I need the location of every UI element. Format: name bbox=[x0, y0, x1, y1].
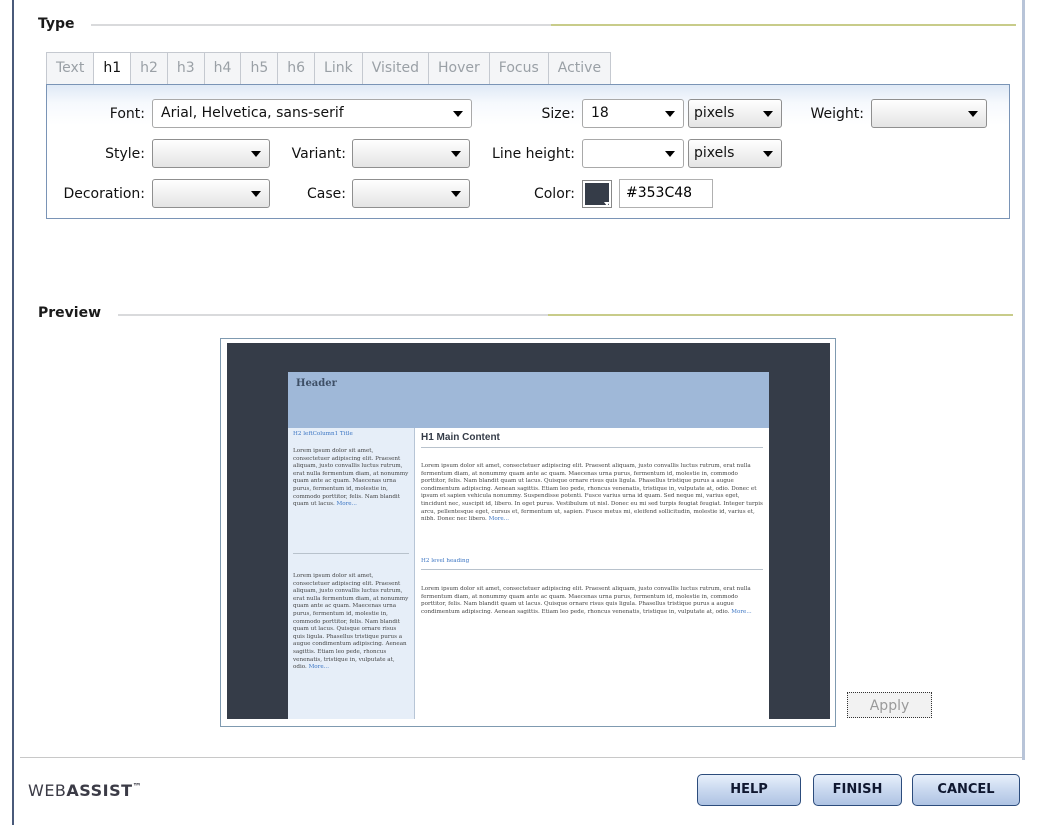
chevron-down-icon bbox=[251, 151, 261, 157]
help-button[interactable]: HELP bbox=[697, 774, 801, 806]
size-select-value: 18 bbox=[591, 105, 609, 121]
line-height-label: Line height: bbox=[492, 146, 575, 162]
decoration-select[interactable] bbox=[152, 179, 270, 208]
font-label: Font: bbox=[109, 106, 145, 122]
preview-left-column: H2 leftColumn1 Title Lorem ipsum dolor s… bbox=[288, 428, 415, 719]
preview-left-text-2-body: Lorem ipsum dolor sit amet, consectetuer… bbox=[293, 573, 409, 671]
tab-hover[interactable]: Hover bbox=[428, 52, 489, 84]
tab-h6[interactable]: h6 bbox=[277, 52, 315, 84]
logo-text-web: WEB bbox=[28, 781, 67, 800]
line-height-select[interactable] bbox=[582, 139, 684, 168]
chevron-down-icon bbox=[251, 191, 261, 197]
tab-h2[interactable]: h2 bbox=[130, 52, 167, 84]
chevron-down-icon bbox=[453, 111, 463, 117]
color-label: Color: bbox=[533, 186, 575, 202]
variant-select[interactable] bbox=[352, 139, 470, 168]
chevron-down-icon bbox=[763, 111, 773, 117]
preview-page: Header H2 leftColumn1 Title Lorem ipsum … bbox=[288, 372, 769, 719]
preview-left-title: H2 leftColumn1 Title bbox=[293, 431, 353, 437]
wizard-window: Type Text h1 h2 h3 h4 h5 h6 Link Visited Hover Foc… bbox=[0, 0, 1038, 825]
preview-main-text-2-body: Lorem ipsum dolor sit amet, consectetuer… bbox=[421, 586, 751, 615]
case-label: Case: bbox=[307, 186, 346, 202]
webassist-logo: WEBASSIST™ bbox=[28, 781, 142, 800]
chevron-down-icon bbox=[968, 111, 978, 117]
font-select[interactable]: Arial, Helvetica, sans-serif bbox=[152, 99, 472, 128]
logo-trademark: ™ bbox=[132, 782, 143, 793]
preview-main-h2: H2 level heading bbox=[421, 558, 470, 564]
line-height-unit-value: pixels bbox=[694, 145, 735, 161]
tab-h1[interactable]: h1 bbox=[93, 52, 131, 86]
style-select[interactable] bbox=[152, 139, 270, 168]
tab-text[interactable]: Text bbox=[46, 52, 94, 84]
preview-main-rule-2 bbox=[421, 569, 763, 570]
preview-main-rule-1 bbox=[421, 447, 763, 448]
color-picker-button[interactable] bbox=[582, 180, 612, 208]
finish-button[interactable]: FINISH bbox=[813, 774, 902, 806]
preview-left-text-1-body: Lorem ipsum dolor sit amet, consectetuer… bbox=[293, 448, 409, 508]
tab-h4[interactable]: h4 bbox=[203, 52, 241, 84]
type-section-title: Type bbox=[38, 16, 75, 32]
chevron-down-icon bbox=[665, 111, 675, 117]
preview-left-text-2: Lorem ipsum dolor sit amet, consectetuer… bbox=[293, 573, 409, 672]
left-border bbox=[12, 0, 14, 825]
size-unit-select[interactable]: pixels bbox=[688, 99, 782, 128]
tab-visited[interactable]: Visited bbox=[361, 52, 429, 84]
preview-left-text-1: Lorem ipsum dolor sit amet, consectetuer… bbox=[293, 448, 409, 509]
decoration-label: Decoration: bbox=[63, 186, 145, 202]
logo-text-assist: ASSIST bbox=[66, 781, 133, 800]
chevron-down-icon bbox=[763, 151, 773, 157]
preview-main-text-1-body: Lorem ipsum dolor sit amet, consectetuer… bbox=[421, 463, 763, 523]
chevron-down-icon bbox=[451, 151, 461, 157]
type-section-accent bbox=[551, 24, 1016, 26]
line-height-unit-select[interactable]: pixels bbox=[688, 139, 782, 168]
size-label: Size: bbox=[541, 106, 575, 122]
tab-active[interactable]: Active bbox=[547, 52, 612, 84]
preview-section-divider bbox=[118, 314, 548, 316]
tab-focus[interactable]: Focus bbox=[488, 52, 548, 84]
type-section-divider bbox=[91, 24, 551, 26]
cancel-button[interactable]: CANCEL bbox=[912, 774, 1020, 806]
apply-button[interactable]: Apply bbox=[847, 692, 932, 718]
preview-section-title: Preview bbox=[38, 305, 102, 321]
variant-label: Variant: bbox=[291, 146, 346, 162]
tab-h5[interactable]: h5 bbox=[240, 52, 278, 84]
tab-link[interactable]: Link bbox=[314, 52, 362, 84]
preview-header-text: Header bbox=[296, 378, 337, 389]
color-hex-input[interactable]: #353C48 bbox=[619, 179, 713, 208]
preview-main-text-2: Lorem ipsum dolor sit amet, consectetuer… bbox=[421, 586, 763, 616]
tab-h3[interactable]: h3 bbox=[166, 52, 204, 84]
case-select[interactable] bbox=[352, 179, 470, 208]
preview-main-column: H1 Main Content Lorem ipsum dolor sit am… bbox=[415, 428, 769, 719]
chevron-down-icon bbox=[604, 202, 610, 206]
weight-label: Weight: bbox=[810, 106, 865, 122]
weight-select[interactable] bbox=[871, 99, 987, 128]
chevron-down-icon bbox=[451, 191, 461, 197]
element-tabs: Text h1 h2 h3 h4 h5 h6 Link Visited Hover Focus Act… bbox=[46, 52, 612, 86]
preview-more-link: More... bbox=[731, 608, 752, 615]
preview-header: Header bbox=[288, 372, 769, 428]
preview-left-divider bbox=[293, 553, 409, 554]
preview-main-title: H1 Main Content bbox=[421, 432, 500, 443]
size-unit-value: pixels bbox=[694, 105, 735, 121]
preview-more-link: More... bbox=[488, 516, 510, 523]
style-label: Style: bbox=[105, 146, 145, 162]
preview-more-link: More... bbox=[336, 501, 357, 508]
preview-more-link: More... bbox=[308, 664, 329, 671]
font-select-value: Arial, Helvetica, sans-serif bbox=[161, 105, 344, 121]
preview-main-text-1: Lorem ipsum dolor sit amet, consectetuer… bbox=[421, 463, 763, 524]
scrollbar-track[interactable] bbox=[1022, 0, 1025, 760]
size-select[interactable]: 18 bbox=[582, 99, 684, 128]
preview-section-accent bbox=[548, 314, 1013, 316]
chevron-down-icon bbox=[665, 151, 675, 157]
